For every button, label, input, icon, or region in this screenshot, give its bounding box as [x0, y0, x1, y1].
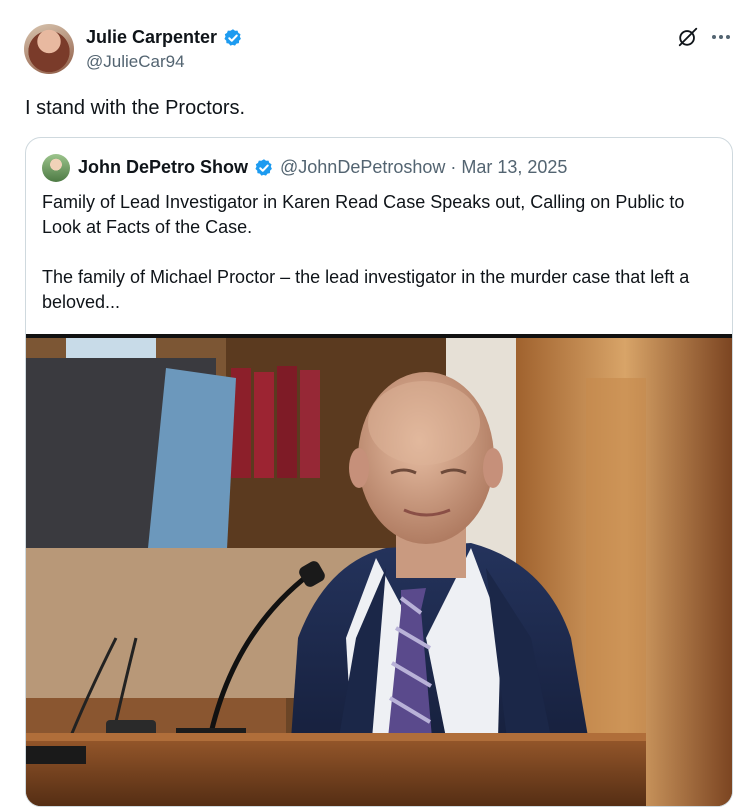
quoted-paragraph-2: The family of Michael Proctor – the lead… — [42, 267, 690, 312]
post-text: I stand with the Proctors. — [25, 97, 246, 119]
verified-icon — [255, 158, 272, 176]
quoted-post-body: Family of Lead Investigator in Karen Rea… — [42, 190, 722, 315]
more-icon[interactable] — [709, 26, 733, 48]
grok-icon[interactable] — [677, 26, 699, 48]
author-handle[interactable]: @JulieCar94 — [86, 52, 185, 72]
quoted-author-name[interactable]: John DePetro Show — [78, 157, 248, 178]
author-avatar[interactable] — [24, 24, 74, 74]
author-name-row[interactable]: Julie Carpenter — [86, 27, 243, 48]
quoted-post-header: John DePetro Show @JohnDePetroshow · Mar… — [78, 157, 567, 178]
verified-icon — [224, 28, 241, 46]
author-name[interactable]: Julie Carpenter — [86, 27, 217, 48]
quoted-post-meta: @JohnDePetroshow · Mar 13, 2025 — [280, 157, 568, 177]
courtroom-photo — [26, 338, 732, 806]
quoted-author-avatar[interactable] — [42, 154, 70, 182]
quoted-post-image[interactable] — [26, 334, 732, 806]
quoted-paragraph-1: Family of Lead Investigator in Karen Rea… — [42, 192, 685, 237]
quoted-post-card[interactable]: John DePetro Show @JohnDePetroshow · Mar… — [25, 137, 733, 807]
